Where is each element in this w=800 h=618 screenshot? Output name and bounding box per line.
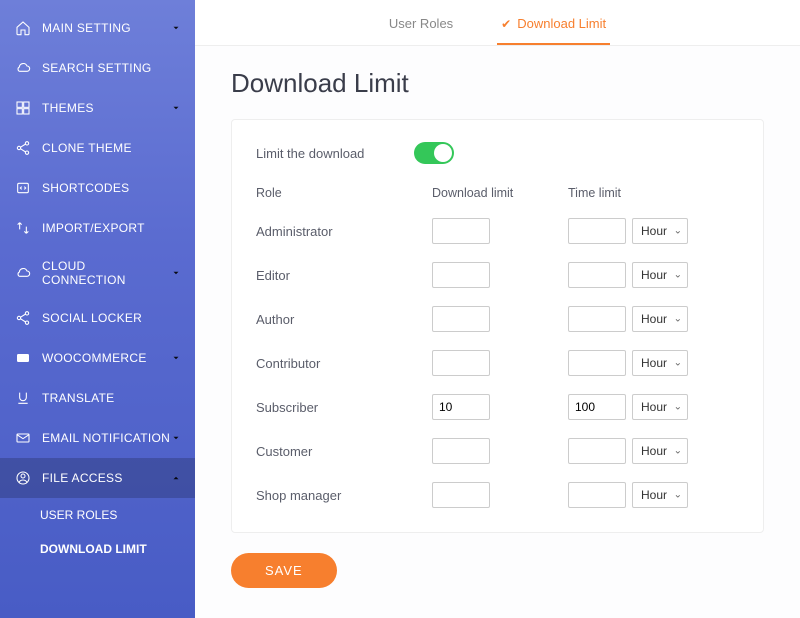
download-limit-input[interactable] (432, 306, 490, 332)
toggle-label: Limit the download (256, 146, 364, 161)
time-unit-select[interactable]: Hour⌄ (632, 262, 688, 288)
tab-download-limit[interactable]: ✔ Download Limit (497, 6, 610, 45)
share-icon (14, 139, 32, 157)
time-unit-select[interactable]: Hour⌄ (632, 482, 688, 508)
sidebar-item-main-setting[interactable]: MAIN SETTING (0, 8, 195, 48)
sidebar-item-label: FILE ACCESS (42, 471, 171, 485)
sidebar-item-label: CLOUD CONNECTION (42, 259, 171, 287)
sidebar-item-label: CLONE THEME (42, 141, 181, 155)
col-header-time-limit: Time limit (568, 186, 748, 200)
chevron-down-icon (171, 23, 181, 33)
sidebar-sub-user-roles[interactable]: USER ROLES (0, 498, 195, 532)
sidebar-item-import-export[interactable]: IMPORT/EXPORT (0, 208, 195, 248)
sidebar-item-email-notification[interactable]: EMAIL NOTIFICATION (0, 418, 195, 458)
sidebar-item-label: IMPORT/EXPORT (42, 221, 181, 235)
role-label: Contributor (256, 356, 416, 371)
time-limit-input[interactable] (568, 262, 626, 288)
sidebar-sub-download-limit[interactable]: DOWNLOAD LIMIT (0, 532, 195, 566)
tab-user-roles[interactable]: User Roles (385, 6, 457, 45)
sidebar-item-label: MAIN SETTING (42, 21, 171, 35)
role-label: Subscriber (256, 400, 416, 415)
limit-download-toggle[interactable] (414, 142, 454, 164)
time-limit-input[interactable] (568, 350, 626, 376)
sidebar-item-label: EMAIL NOTIFICATION (42, 431, 171, 445)
chevron-down-icon: ⌄ (674, 270, 682, 281)
sidebar-item-translate[interactable]: TRANSLATE (0, 378, 195, 418)
chevron-down-icon (171, 353, 181, 363)
download-limit-input[interactable] (432, 262, 490, 288)
roles-grid: Role Download limit Time limit Administr… (256, 186, 739, 508)
transfer-icon (14, 219, 32, 237)
sidebar-item-shortcodes[interactable]: SHORTCODES (0, 168, 195, 208)
grid-icon (14, 99, 32, 117)
sidebar-item-search-setting[interactable]: SEARCH SETTING (0, 48, 195, 88)
col-header-role: Role (256, 186, 416, 200)
time-limit-input[interactable] (568, 306, 626, 332)
sidebar-item-label: SOCIAL LOCKER (42, 311, 181, 325)
sidebar-item-label: WOOCOMMERCE (42, 351, 171, 365)
role-label: Shop manager (256, 488, 416, 503)
chevron-down-icon: ⌄ (674, 358, 682, 369)
main-content: User Roles ✔ Download Limit Download Lim… (195, 0, 800, 618)
time-limit-input[interactable] (568, 482, 626, 508)
chevron-down-icon (171, 103, 181, 113)
tab-bar: User Roles ✔ Download Limit (195, 0, 800, 46)
check-icon: ✔ (501, 17, 511, 31)
time-unit-select[interactable]: Hour⌄ (632, 438, 688, 464)
mail-icon (14, 429, 32, 447)
chevron-down-icon: ⌄ (674, 226, 682, 237)
time-limit-input[interactable] (568, 438, 626, 464)
time-limit-input[interactable] (568, 218, 626, 244)
sidebar: MAIN SETTING SEARCH SETTING THEMES CLONE… (0, 0, 195, 618)
toggle-row: Limit the download (256, 142, 739, 164)
sidebar-item-label: SEARCH SETTING (42, 61, 181, 75)
sidebar-item-label: TRANSLATE (42, 391, 181, 405)
chevron-down-icon: ⌄ (674, 402, 682, 413)
tab-label: User Roles (389, 16, 453, 31)
chevron-down-icon: ⌄ (674, 314, 682, 325)
sidebar-item-social-locker[interactable]: SOCIAL LOCKER (0, 298, 195, 338)
time-unit-select[interactable]: Hour⌄ (632, 350, 688, 376)
time-unit-select[interactable]: Hour⌄ (632, 394, 688, 420)
chevron-down-icon: ⌄ (674, 446, 682, 457)
role-label: Editor (256, 268, 416, 283)
sidebar-item-file-access[interactable]: FILE ACCESS (0, 458, 195, 498)
download-limit-input[interactable] (432, 218, 490, 244)
tab-label: Download Limit (517, 16, 606, 31)
chevron-down-icon: ⌄ (674, 490, 682, 501)
download-limit-input[interactable] (432, 482, 490, 508)
woo-icon (14, 349, 32, 367)
time-unit-select[interactable]: Hour⌄ (632, 218, 688, 244)
sidebar-item-clone-theme[interactable]: CLONE THEME (0, 128, 195, 168)
code-icon (14, 179, 32, 197)
chevron-up-icon (171, 473, 181, 483)
sidebar-item-label: THEMES (42, 101, 171, 115)
cloud-icon (14, 59, 32, 77)
col-header-download-limit: Download limit (432, 186, 552, 200)
underline-icon (14, 389, 32, 407)
sidebar-item-cloud-connection[interactable]: CLOUD CONNECTION (0, 248, 195, 298)
time-limit-input[interactable] (568, 394, 626, 420)
role-label: Author (256, 312, 416, 327)
role-label: Customer (256, 444, 416, 459)
time-unit-select[interactable]: Hour⌄ (632, 306, 688, 332)
download-limit-input[interactable] (432, 394, 490, 420)
home-icon (14, 19, 32, 37)
content-area: Download Limit Limit the download Role D… (195, 46, 800, 610)
user-circle-icon (14, 469, 32, 487)
page-title: Download Limit (231, 68, 764, 99)
cloud-icon (14, 264, 32, 282)
share-icon (14, 309, 32, 327)
sidebar-item-themes[interactable]: THEMES (0, 88, 195, 128)
sidebar-item-label: SHORTCODES (42, 181, 181, 195)
download-limit-input[interactable] (432, 350, 490, 376)
chevron-down-icon (171, 268, 181, 278)
download-limit-input[interactable] (432, 438, 490, 464)
save-button[interactable]: SAVE (231, 553, 337, 588)
chevron-down-icon (171, 433, 181, 443)
settings-card: Limit the download Role Download limit T… (231, 119, 764, 533)
role-label: Administrator (256, 224, 416, 239)
sidebar-item-woocommerce[interactable]: WOOCOMMERCE (0, 338, 195, 378)
